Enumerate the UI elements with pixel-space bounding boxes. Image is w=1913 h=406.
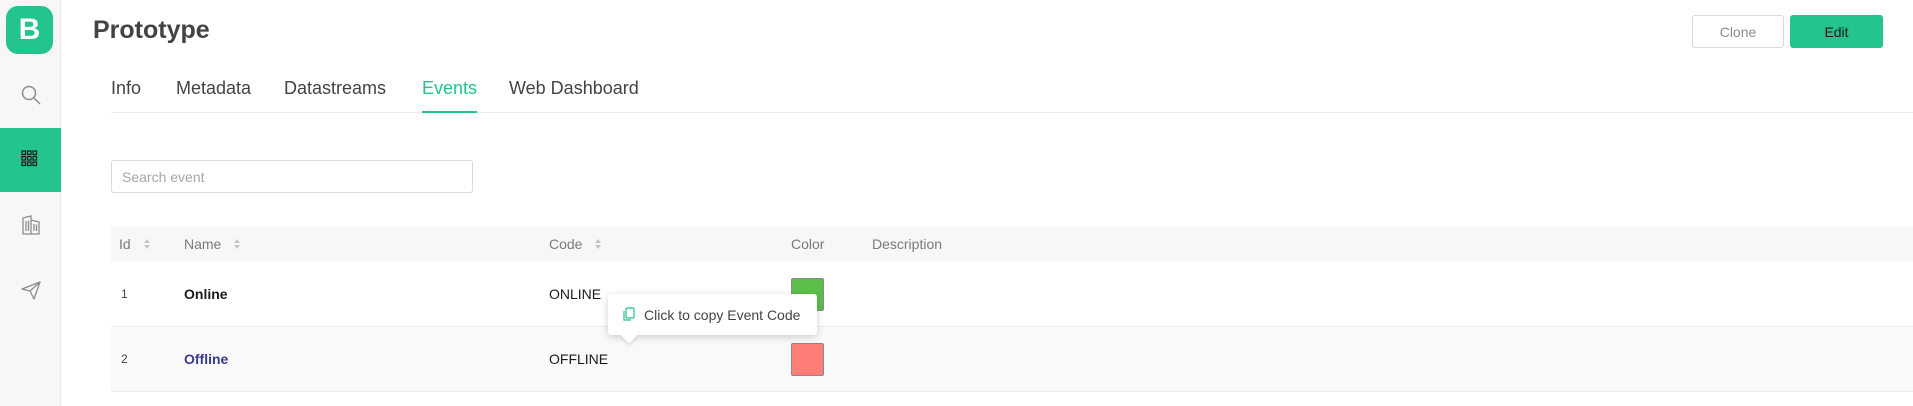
logo-letter: B <box>18 13 41 46</box>
column-header-color: Color <box>791 236 825 252</box>
column-label-name: Name <box>184 236 222 252</box>
cell-code[interactable]: OFFLINE <box>549 327 608 392</box>
sidebar-item-search[interactable] <box>0 63 61 127</box>
column-header-name[interactable]: Name <box>184 226 241 262</box>
edit-button[interactable]: Edit <box>1790 15 1883 48</box>
table-row[interactable]: 2 Offline OFFLINE <box>111 327 1913 392</box>
clone-button[interactable]: Clone <box>1692 15 1784 48</box>
copy-icon <box>623 307 635 321</box>
tab-bar: Info Metadata Datastreams Events Web Das… <box>111 78 1913 113</box>
copy-code-tooltip[interactable]: Click to copy Event Code <box>608 294 817 335</box>
sidebar: B <box>0 0 61 406</box>
app-logo[interactable]: B <box>6 6 53 54</box>
sort-icon <box>595 239 602 250</box>
grid-icon <box>20 150 37 167</box>
table-row[interactable]: 1 Online ONLINE <box>111 262 1913 327</box>
tab-datastreams[interactable]: Datastreams <box>284 78 386 112</box>
tab-events[interactable]: Events <box>422 78 478 113</box>
search-event-input[interactable] <box>111 160 473 193</box>
cell-id: 2 <box>121 352 128 366</box>
sidebar-item-organizations[interactable] <box>0 193 61 257</box>
tab-metadata[interactable]: Metadata <box>176 78 251 112</box>
cell-code[interactable]: ONLINE <box>549 262 601 327</box>
cell-name[interactable]: Offline <box>184 327 228 392</box>
page-title: Prototype <box>93 16 210 44</box>
table-header: Id Name Code Color Description <box>111 226 1913 262</box>
sort-icon <box>143 239 150 250</box>
column-header-description: Description <box>872 236 943 252</box>
tooltip-text: Click to copy Event Code <box>644 306 801 323</box>
sort-icon <box>234 239 241 250</box>
sidebar-item-products[interactable] <box>0 128 61 192</box>
sidebar-item-messages[interactable] <box>0 258 61 322</box>
building-icon <box>21 215 40 235</box>
main-content: Prototype Clone Edit Info Metadata Datas… <box>61 0 1913 406</box>
color-swatch <box>791 343 824 376</box>
cell-id: 1 <box>121 287 128 301</box>
cell-name[interactable]: Online <box>184 262 228 327</box>
column-header-code[interactable]: Code <box>549 226 602 262</box>
tab-info[interactable]: Info <box>111 78 141 112</box>
column-label-id: Id <box>119 236 131 252</box>
search-icon <box>21 85 41 105</box>
column-label-code: Code <box>549 236 583 252</box>
column-header-id[interactable]: Id <box>119 226 151 262</box>
tab-web-dashboard[interactable]: Web Dashboard <box>509 78 639 112</box>
paper-plane-icon <box>20 281 41 300</box>
